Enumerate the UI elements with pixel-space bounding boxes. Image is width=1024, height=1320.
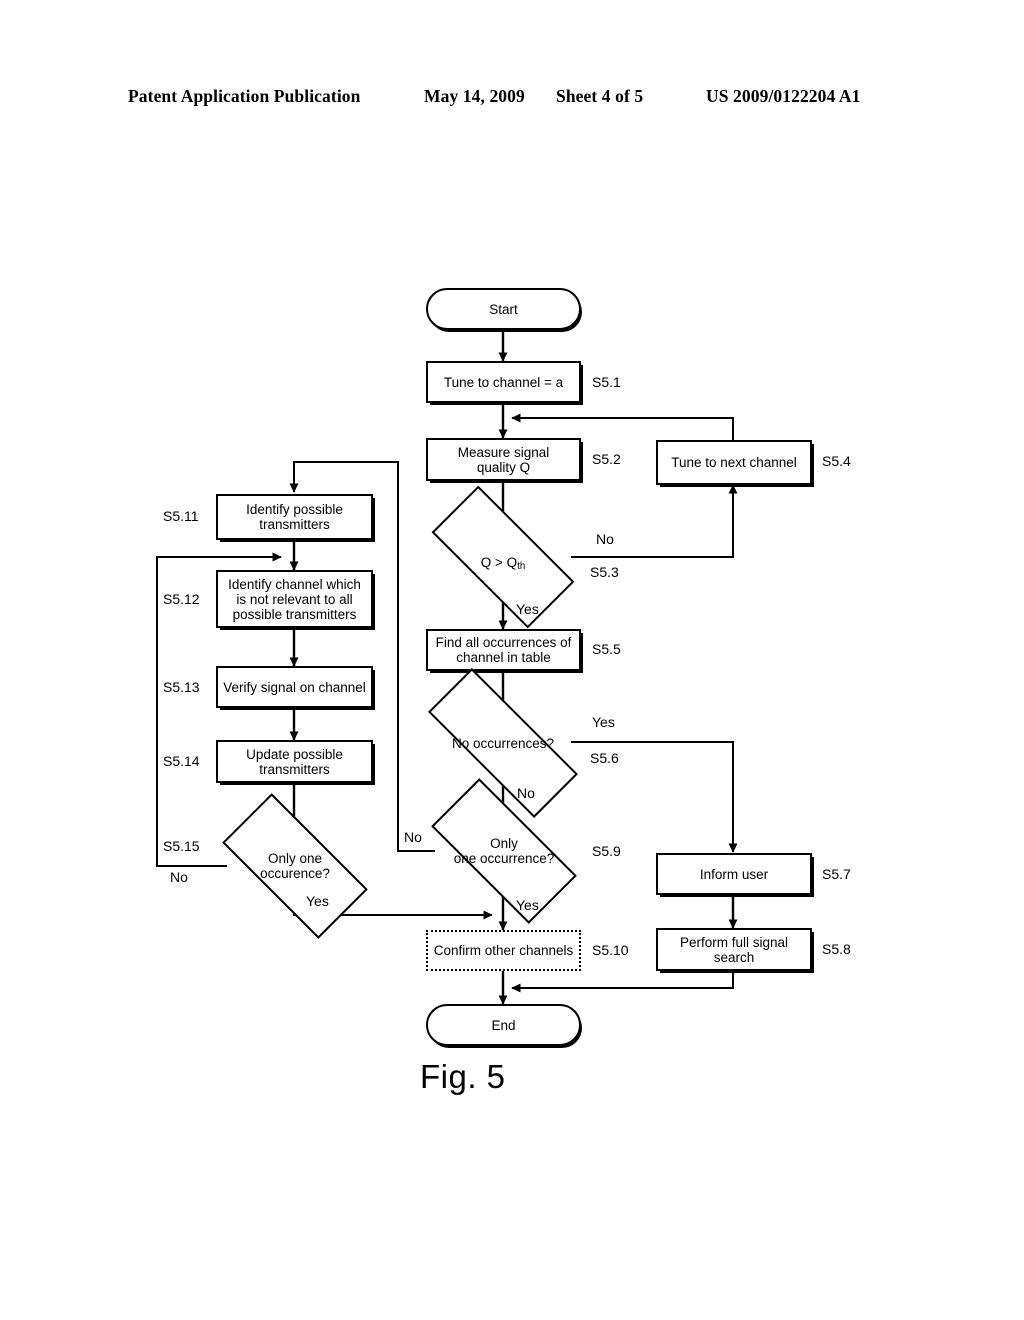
node-start-label: Start xyxy=(489,301,518,317)
step-tag-s5-14: S5.14 xyxy=(163,753,200,769)
edge-label-s5-9-yes: Yes xyxy=(516,897,539,913)
step-tag-s5-8: S5.8 xyxy=(822,941,851,957)
node-s5-15-label: Only one occurence? xyxy=(260,851,330,881)
node-s5-6-label: No occurrences? xyxy=(451,735,555,751)
edge-label-s5-6-no: No xyxy=(517,785,535,801)
edge-label-s5-3-yes: Yes xyxy=(516,601,539,617)
step-tag-s5-12: S5.12 xyxy=(163,591,200,607)
node-start: Start xyxy=(426,288,581,330)
node-s5-1-label: Tune to channel = a xyxy=(443,374,564,390)
figure-caption: Fig. 5 xyxy=(420,1058,506,1095)
node-s5-3-label-sub: th xyxy=(517,561,526,573)
node-s5-11: Identify possible transmitters xyxy=(216,494,373,540)
node-s5-13: Verify signal on channel xyxy=(216,666,373,708)
edge-label-s5-6-yes: Yes xyxy=(592,714,615,730)
step-tag-s5-10: S5.10 xyxy=(592,942,629,958)
node-s5-7-label: Inform user xyxy=(699,866,769,882)
step-tag-s5-9: S5.9 xyxy=(592,843,621,859)
step-tag-s5-11: S5.11 xyxy=(163,508,199,524)
edge-label-s5-3-no: No xyxy=(596,531,614,547)
step-tag-s5-15: S5.15 xyxy=(163,838,200,854)
node-s5-4-label: Tune to next channel xyxy=(671,455,797,470)
node-end: End xyxy=(426,1004,581,1046)
node-s5-12: Identify channel which is not relevant t… xyxy=(216,570,373,628)
node-s5-8-label: Perform full signal search xyxy=(679,934,789,965)
node-s5-4: Tune to next channel xyxy=(656,440,812,485)
flowchart-figure: Start Tune to channel = a S5.1 Measure s… xyxy=(0,0,1024,1320)
node-s5-9: Only one occurrence? xyxy=(431,778,577,924)
node-s5-1: Tune to channel = a xyxy=(426,361,581,403)
node-s5-2: Measure signal quality Q xyxy=(426,438,581,481)
node-s5-10: Confirm other channels xyxy=(426,930,581,971)
edge-label-s5-9-no: No xyxy=(404,829,422,845)
node-s5-3-label-main: Q > Q xyxy=(480,554,518,570)
node-s5-12-label: Identify channel which is not relevant t… xyxy=(228,576,361,622)
step-tag-s5-5: S5.5 xyxy=(592,641,621,657)
node-s5-11-label: Identify possible transmitters xyxy=(246,502,343,532)
node-s5-3: Q > Qth xyxy=(431,485,575,629)
node-s5-6: No occurrences? xyxy=(428,668,578,818)
node-s5-5: Find all occurrences of channel in table xyxy=(426,629,581,671)
edge-label-s5-15-no: No xyxy=(170,869,188,885)
node-s5-2-label: Measure signal quality Q xyxy=(457,444,550,475)
node-s5-13-label: Verify signal on channel xyxy=(223,679,366,695)
node-end-label: End xyxy=(491,1017,516,1033)
step-tag-s5-7: S5.7 xyxy=(822,866,851,882)
node-s5-7: Inform user xyxy=(656,853,812,895)
node-s5-5-label: Find all occurrences of channel in table xyxy=(435,635,572,665)
step-tag-s5-6: S5.6 xyxy=(590,750,619,766)
step-tag-s5-4: S5.4 xyxy=(822,453,851,469)
step-tag-s5-13: S5.13 xyxy=(163,679,200,695)
node-s5-9-label: Only one occurrence? xyxy=(453,836,555,866)
node-s5-3-label: Q > Qth xyxy=(479,540,528,574)
step-tag-s5-3: S5.3 xyxy=(590,564,619,580)
step-tag-s5-1: S5.1 xyxy=(592,374,621,390)
node-s5-8: Perform full signal search xyxy=(656,928,812,971)
node-s5-15: Only one occurence? xyxy=(222,793,368,939)
step-tag-s5-2: S5.2 xyxy=(592,451,621,467)
node-s5-14-label: Update possible transmitters xyxy=(246,746,343,777)
node-s5-10-label: Confirm other channels xyxy=(433,943,574,958)
node-s5-14: Update possible transmitters xyxy=(216,740,373,783)
edge-label-s5-15-yes: Yes xyxy=(306,893,329,909)
